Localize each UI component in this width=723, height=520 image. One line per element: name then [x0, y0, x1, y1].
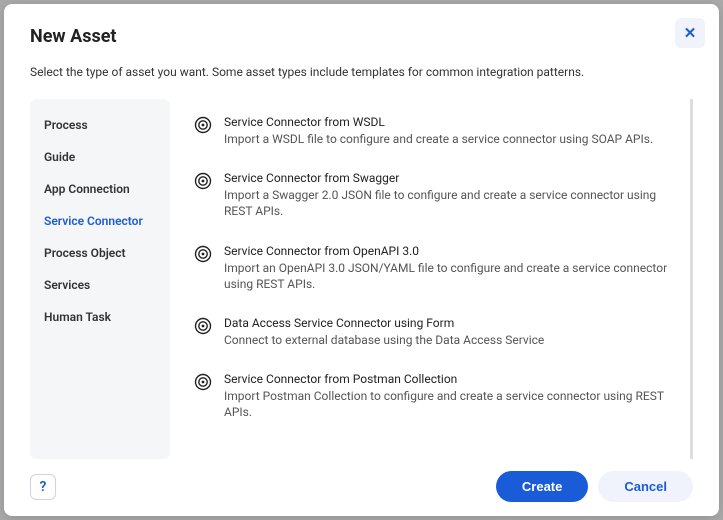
close-icon: ✕ [684, 24, 697, 42]
option-desc: Import a WSDL file to configure and crea… [224, 131, 670, 147]
create-button[interactable]: Create [496, 471, 588, 502]
sidebar-item-process-object[interactable]: Process Object [30, 237, 170, 269]
sidebar-item-services[interactable]: Services [30, 269, 170, 301]
dialog-footer: ? Create Cancel [30, 459, 693, 502]
option-openapi[interactable]: Service Connector from OpenAPI 3.0 Impor… [194, 244, 670, 292]
option-list: Service Connector from WSDL Import a WSD… [194, 99, 693, 459]
sidebar-item-label: App Connection [44, 182, 130, 196]
sidebar-item-human-task[interactable]: Human Task [30, 301, 170, 333]
target-icon [194, 373, 212, 391]
option-desc: Import a Swagger 2.0 JSON file to config… [224, 187, 670, 219]
option-title: Service Connector from Swagger [224, 171, 670, 185]
new-asset-dialog: ✕ New Asset Select the type of asset you… [4, 4, 719, 516]
content-area: Process Guide App Connection Service Con… [30, 99, 693, 459]
help-button[interactable]: ? [30, 474, 56, 500]
option-text: Service Connector from Swagger Import a … [224, 171, 670, 219]
target-icon [194, 172, 212, 190]
target-icon [194, 245, 212, 263]
sidebar-item-label: Services [44, 278, 90, 292]
option-data-access-form[interactable]: Data Access Service Connector using Form… [194, 316, 670, 348]
footer-buttons: Create Cancel [496, 471, 693, 502]
cancel-button[interactable]: Cancel [598, 471, 693, 502]
option-text: Data Access Service Connector using Form… [224, 316, 670, 348]
option-title: Data Access Service Connector using Form [224, 316, 670, 330]
sidebar-item-app-connection[interactable]: App Connection [30, 173, 170, 205]
option-postman[interactable]: Service Connector from Postman Collectio… [194, 372, 670, 420]
sidebar-item-label: Service Connector [44, 214, 143, 228]
sidebar-item-process[interactable]: Process [30, 109, 170, 141]
option-text: Service Connector from Postman Collectio… [224, 372, 670, 420]
sidebar-item-service-connector[interactable]: Service Connector [30, 205, 170, 237]
dialog-title: New Asset [30, 26, 693, 47]
sidebar-item-guide[interactable]: Guide [30, 141, 170, 173]
sidebar-item-label: Process Object [44, 246, 126, 260]
option-swagger[interactable]: Service Connector from Swagger Import a … [194, 171, 670, 219]
option-title: Service Connector from Postman Collectio… [224, 372, 670, 386]
option-desc: Import an OpenAPI 3.0 JSON/YAML file to … [224, 260, 670, 292]
option-text: Service Connector from WSDL Import a WSD… [224, 115, 670, 147]
option-desc: Connect to external database using the D… [224, 332, 670, 348]
option-text: Service Connector from OpenAPI 3.0 Impor… [224, 244, 670, 292]
sidebar-item-label: Process [44, 118, 88, 132]
close-button[interactable]: ✕ [675, 18, 705, 48]
dialog-subtitle: Select the type of asset you want. Some … [30, 65, 693, 79]
target-icon [194, 116, 212, 134]
sidebar-item-label: Human Task [44, 310, 111, 324]
option-desc: Import Postman Collection to configure a… [224, 388, 670, 420]
target-icon [194, 317, 212, 335]
help-icon: ? [40, 479, 47, 495]
option-wsdl[interactable]: Service Connector from WSDL Import a WSD… [194, 115, 670, 147]
option-title: Service Connector from WSDL [224, 115, 670, 129]
option-title: Service Connector from OpenAPI 3.0 [224, 244, 670, 258]
sidebar-item-label: Guide [44, 150, 75, 164]
asset-type-sidebar: Process Guide App Connection Service Con… [30, 99, 170, 459]
